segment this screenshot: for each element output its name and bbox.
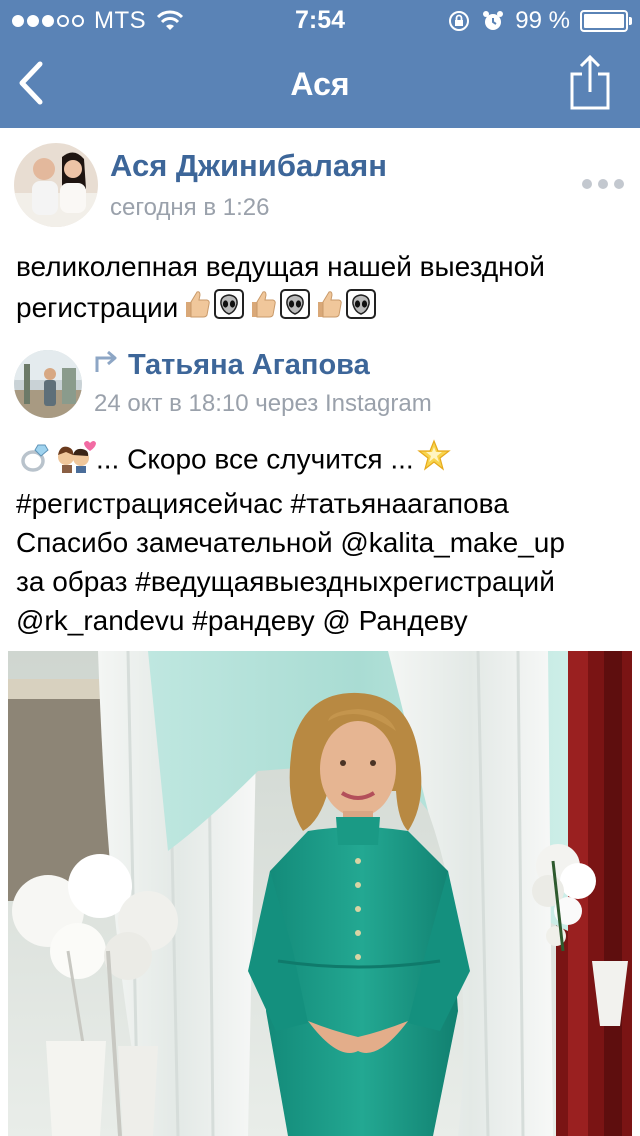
more-dots-icon[interactable] — [582, 179, 624, 189]
repost-line-1: ... Скоро все случится ... — [16, 438, 632, 484]
share-icon[interactable] — [568, 54, 612, 110]
alien-icon — [280, 289, 311, 330]
alien-icon — [346, 289, 377, 330]
battery-percent: 99 % — [515, 7, 570, 34]
ring-icon — [18, 439, 52, 483]
thumbs-up-icon — [246, 288, 278, 331]
orientation-lock-icon — [449, 11, 470, 31]
post-photo[interactable] — [8, 651, 632, 1136]
repost-author-name[interactable]: Татьяна Агапова — [128, 349, 370, 382]
alarm-icon — [483, 11, 504, 30]
alien-icon — [214, 289, 245, 330]
nav-bar: Ася — [0, 40, 640, 128]
avatar-photo — [14, 143, 98, 227]
repost-arrow-icon — [95, 350, 117, 372]
repost-line-3: Спасибо замечательной @kalita_make_up — [16, 527, 565, 558]
thumbs-up-icon — [180, 288, 212, 331]
battery-icon — [580, 10, 632, 32]
repost-date: 24 окт в 18:10 через Instagram — [94, 390, 432, 417]
post-author-name[interactable]: Ася Джинибалаян — [110, 148, 387, 184]
thumbs-up-icon — [312, 288, 344, 331]
photo-image — [8, 651, 632, 1136]
post-date: сегодня в 1:26 — [110, 194, 270, 221]
couple-kiss-icon — [54, 439, 96, 483]
battery-fill — [584, 14, 624, 28]
author-avatar[interactable] — [14, 143, 98, 227]
top-bar: MTS 7:54 99 % Ася — [0, 0, 640, 128]
status-bar: MTS 7:54 99 % — [0, 0, 640, 40]
post-text: великолепная ведущая нашей выездной реги… — [16, 246, 626, 331]
glowing-star-icon — [416, 438, 452, 484]
repost-text: ... Скоро все случится ... #регистрацияс… — [16, 438, 632, 640]
avatar-photo — [14, 350, 82, 418]
repost-line-2: #регистрациясейчас #татьянаагапова — [16, 488, 509, 519]
repost-author-avatar[interactable] — [14, 350, 82, 418]
status-right: 99 % — [447, 7, 632, 35]
repost-line-1-text: ... Скоро все случится ... — [96, 443, 414, 475]
repost-line-4: за образ #ведущаявыездныхрегистраций — [16, 566, 555, 597]
nav-title: Ася — [290, 66, 350, 102]
repost-line-5: @rk_randevu #рандеву @ Рандеву — [16, 605, 468, 636]
